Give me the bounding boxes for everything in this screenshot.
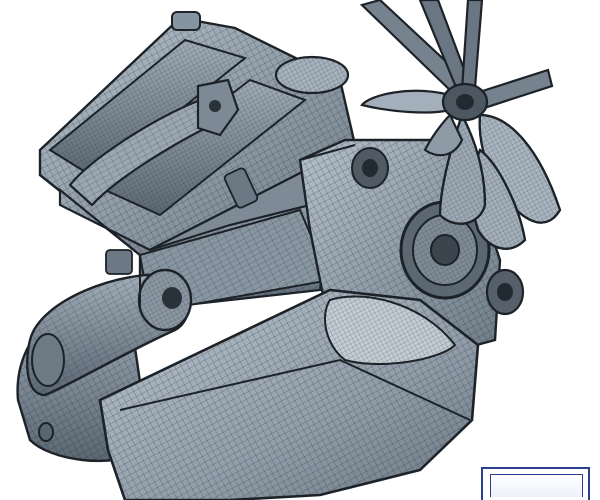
render-canvas bbox=[0, 0, 600, 500]
engine-render bbox=[16, 0, 562, 500]
watermark-badge bbox=[481, 467, 590, 500]
watermark-badge-inner bbox=[490, 474, 583, 497]
